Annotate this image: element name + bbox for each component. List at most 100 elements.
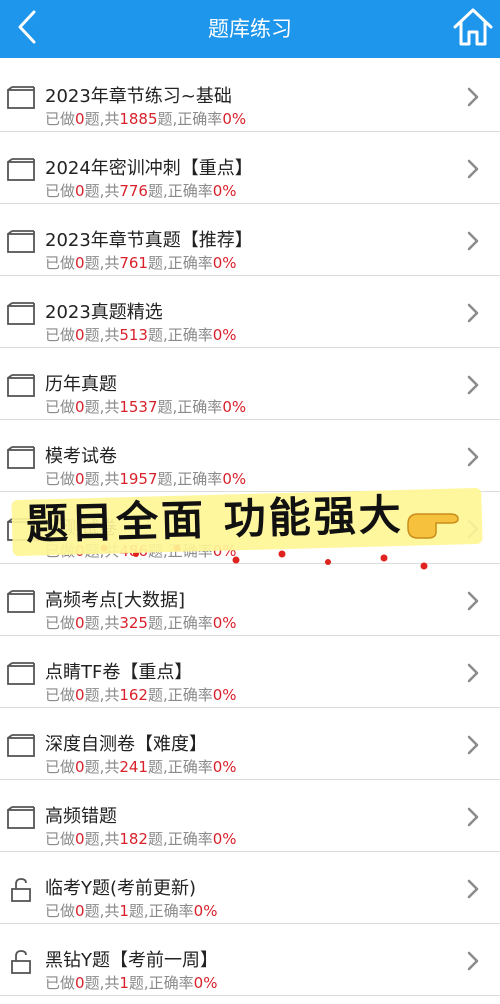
list-item[interactable]: 深度自测卷【难度】 已做0题,共241题,正确率0% (0, 708, 500, 780)
chevron-right-icon (467, 591, 479, 611)
list-item[interactable]: 2024年密训冲刺【重点】 已做0题,共776题,正确率0% (0, 132, 500, 204)
list-item[interactable]: 点睛TF卷【重点】 已做0题,共162题,正确率0% (0, 636, 500, 708)
item-title: 2024年密训冲刺【重点】 (45, 158, 253, 179)
total-count: 1957 (119, 470, 158, 488)
accuracy-rate: 0% (222, 398, 247, 416)
book-icon (7, 158, 35, 181)
list-item[interactable]: 历年真题 已做0题,共1537题,正确率0% (0, 348, 500, 420)
chevron-right-icon-wrap (466, 590, 480, 612)
lock-icon-wrap (6, 950, 36, 974)
lock-icon-wrap (6, 878, 36, 902)
item-title: 预测试卷 (45, 518, 117, 539)
total-count: 182 (119, 830, 148, 848)
item-title: 深度自测卷【难度】 (45, 734, 207, 755)
total-suffix: 题,正确率 (147, 254, 213, 272)
book-icon-wrap (6, 374, 36, 398)
done-count: 0 (75, 326, 85, 344)
book-icon (7, 806, 35, 829)
done-count: 0 (75, 614, 85, 632)
done-count: 0 (75, 470, 85, 488)
home-button[interactable] (452, 6, 494, 48)
item-title: 2023真题精选 (45, 302, 163, 323)
list-item[interactable]: 模考试卷 已做0题,共1957题,正确率0% (0, 420, 500, 492)
done-count: 0 (75, 254, 85, 272)
done-prefix: 已做 (45, 830, 76, 848)
book-icon (7, 446, 35, 469)
book-icon (7, 302, 35, 325)
chevron-right-icon-wrap (466, 950, 480, 972)
item-title: 2023年章节练习~基础 (45, 86, 232, 107)
list-item[interactable]: 2023年章节真题【推荐】 已做0题,共761题,正确率0% (0, 204, 500, 276)
chevron-right-icon-wrap (466, 806, 480, 828)
done-count: 0 (75, 974, 85, 992)
book-icon-wrap (6, 734, 36, 758)
done-prefix: 已做 (45, 542, 76, 560)
list-item[interactable]: 临考Y题(考前更新) 已做0题,共1题,正确率0% (0, 852, 500, 924)
total-suffix: 题,正确率 (157, 470, 223, 488)
total-count: 486 (119, 542, 148, 560)
total-count: 761 (119, 254, 148, 272)
lock-icon (11, 950, 31, 974)
accuracy-rate: 0% (212, 326, 237, 344)
total-suffix: 题,正确率 (147, 542, 213, 560)
question-bank-list: 2023年章节练习~基础 已做0题,共1885题,正确率0% 2024年密训冲刺【重… (0, 60, 500, 996)
done-prefix: 已做 (45, 974, 76, 992)
done-count: 0 (75, 902, 85, 920)
book-icon-wrap (6, 518, 36, 542)
chevron-right-icon (467, 519, 479, 539)
done-count: 0 (75, 686, 85, 704)
chevron-right-icon-wrap (466, 86, 480, 108)
chevron-right-icon (467, 231, 479, 251)
total-count: 325 (119, 614, 148, 632)
done-count: 0 (75, 758, 85, 776)
chevron-right-icon (467, 303, 479, 323)
done-prefix: 已做 (45, 758, 76, 776)
accuracy-rate: 0% (212, 542, 237, 560)
chevron-right-icon (467, 807, 479, 827)
total-suffix: 题,正确率 (147, 686, 213, 704)
total-suffix: 题,正确率 (147, 830, 213, 848)
done-count: 0 (75, 110, 85, 128)
total-suffix: 题,正确率 (157, 110, 223, 128)
done-prefix: 已做 (45, 182, 76, 200)
done-suffix: 题,共 (84, 758, 120, 776)
chevron-right-icon-wrap (466, 734, 480, 756)
item-title: 黑钻Y题【考前一周】 (45, 950, 218, 971)
book-icon-wrap (6, 662, 36, 686)
list-item[interactable]: 预测试卷 已做0题,共486题,正确率0% (0, 492, 500, 564)
book-icon-wrap (6, 230, 36, 254)
list-item[interactable]: 高频错题 已做0题,共182题,正确率0% (0, 780, 500, 852)
book-icon (7, 374, 35, 397)
total-count: 1537 (119, 398, 158, 416)
done-count: 0 (75, 542, 85, 560)
done-suffix: 题,共 (84, 686, 120, 704)
book-icon-wrap (6, 86, 36, 110)
total-count: 1 (119, 902, 129, 920)
book-icon (7, 86, 35, 109)
total-suffix: 题,正确率 (157, 398, 223, 416)
home-icon (453, 8, 493, 46)
done-suffix: 题,共 (84, 254, 120, 272)
total-count: 1 (119, 974, 129, 992)
list-item[interactable]: 2023真题精选 已做0题,共513题,正确率0% (0, 276, 500, 348)
list-item[interactable]: 高频考点[大数据] 已做0题,共325题,正确率0% (0, 564, 500, 636)
done-suffix: 题,共 (84, 398, 120, 416)
done-suffix: 题,共 (84, 974, 120, 992)
book-icon-wrap (6, 302, 36, 326)
list-item[interactable]: 2023年章节练习~基础 已做0题,共1885题,正确率0% (0, 60, 500, 132)
list-item[interactable]: 黑钻Y题【考前一周】 已做0题,共1题,正确率0% (0, 924, 500, 996)
item-stats: 已做0题,共1885题,正确率0% (45, 108, 246, 129)
chevron-right-icon (467, 663, 479, 683)
book-icon-wrap (6, 590, 36, 614)
item-stats: 已做0题,共1题,正确率0% (45, 900, 217, 921)
accuracy-rate: 0% (212, 686, 237, 704)
done-prefix: 已做 (45, 614, 76, 632)
accuracy-rate: 0% (193, 974, 218, 992)
item-title: 2023年章节真题【推荐】 (45, 230, 253, 251)
done-prefix: 已做 (45, 254, 76, 272)
item-stats: 已做0题,共1957题,正确率0% (45, 468, 246, 489)
total-count: 776 (119, 182, 148, 200)
done-suffix: 题,共 (84, 326, 120, 344)
item-stats: 已做0题,共182题,正确率0% (45, 828, 237, 849)
done-prefix: 已做 (45, 902, 76, 920)
